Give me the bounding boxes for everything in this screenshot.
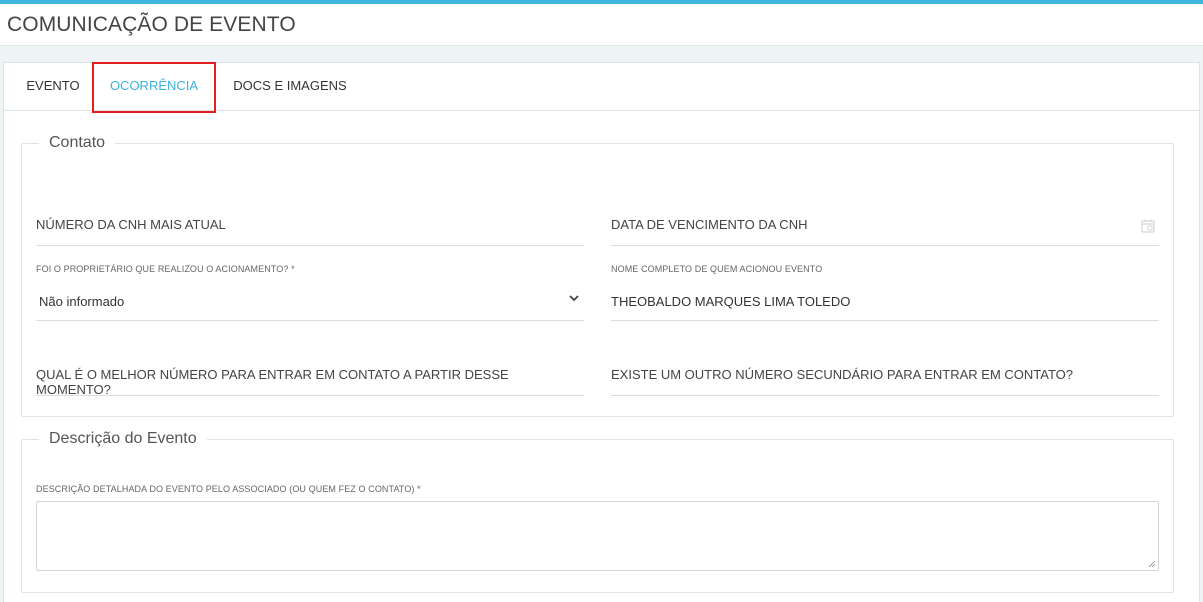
nome-acionou-field[interactable]: NOME COMPLETO DE QUEM ACIONOU EVENTO THE… [611,262,1159,321]
numero-secundario-label: EXISTE UM OUTRO NÚMERO SECUNDÁRIO PARA E… [611,367,1074,382]
nome-acionou-label: NOME COMPLETO DE QUEM ACIONOU EVENTO [611,264,823,274]
contato-legend: Contato [39,134,116,152]
tab-evento[interactable]: EVENTO [10,63,96,111]
descricao-fieldset: Descrição do Evento DESCRIÇÃO DETALHADA … [21,430,1174,593]
tab-bar: EVENTO OCORRÊNCIA DOCS E IMAGENS [4,62,1199,113]
descricao-legend: Descrição do Evento [39,430,207,448]
proprietario-value: Não informado [39,294,125,309]
proprietario-label: FOI O PROPRIETÁRIO QUE REALIZOU O ACIONA… [36,264,295,274]
cnh-vencimento-label: DATA DE VENCIMENTO DA CNH [611,217,808,232]
nome-acionou-value: THEOBALDO MARQUES LIMA TOLEDO [611,294,851,309]
tab-docs-e-imagens[interactable]: DOCS E IMAGENS [220,63,360,111]
proprietario-select[interactable]: FOI O PROPRIETÁRIO QUE REALIZOU O ACIONA… [36,262,584,321]
descricao-detalhada-label: DESCRIÇÃO DETALHADA DO EVENTO PELO ASSOC… [36,484,421,494]
cnh-numero-label: NÚMERO DA CNH MAIS ATUAL [36,217,226,232]
page-title: COMUNICAÇÃO DE EVENTO [7,13,296,36]
form-panel: EVENTO OCORRÊNCIA DOCS E IMAGENS Contato… [3,62,1200,602]
page-header: COMUNICAÇÃO DE EVENTO [0,4,1203,46]
chevron-down-icon [569,295,579,302]
numero-secundario-field[interactable]: EXISTE UM OUTRO NÚMERO SECUNDÁRIO PARA E… [611,361,1159,396]
cnh-vencimento-field[interactable]: DATA DE VENCIMENTO DA CNH [611,212,1159,246]
descricao-detalhada-textarea[interactable] [36,501,1159,571]
melhor-numero-label: QUAL É O MELHOR NÚMERO PARA ENTRAR EM CO… [36,367,509,397]
cnh-numero-field[interactable]: NÚMERO DA CNH MAIS ATUAL [36,212,584,246]
tab-highlight-box [92,62,216,113]
resize-grip-icon[interactable] [1148,560,1156,568]
contato-fieldset: Contato NÚMERO DA CNH MAIS ATUAL DATA DE… [21,134,1174,417]
calendar-icon[interactable] [1141,219,1155,233]
melhor-numero-field[interactable]: QUAL É O MELHOR NÚMERO PARA ENTRAR EM CO… [36,361,584,397]
